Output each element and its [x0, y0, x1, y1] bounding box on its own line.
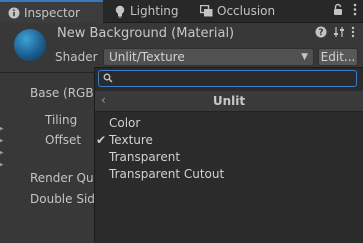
search-input[interactable] — [115, 71, 345, 86]
shader-option-texture[interactable]: ✔ Texture — [96, 132, 153, 148]
shader-option-transparent[interactable]: Transparent — [96, 149, 180, 165]
occlusion-icon — [200, 5, 213, 17]
preset-sliders-icon[interactable] — [333, 26, 345, 38]
shader-dropdown[interactable]: Unlit/Texture ▼ — [103, 48, 314, 66]
foldout-arrow-icon[interactable]: ▸ — [0, 160, 5, 170]
checkmark-icon: ✔ — [96, 133, 107, 147]
shader-option-color[interactable]: Color — [96, 115, 140, 131]
property-render-queue: Render Que — [30, 171, 101, 185]
option-label: Transparent Cutout — [109, 167, 225, 181]
kebab-menu-icon[interactable] — [351, 26, 355, 38]
foldout-arrow-icon[interactable]: ▸ — [0, 148, 5, 158]
property-tiling: Tiling — [45, 113, 78, 127]
shader-value: Unlit/Texture — [109, 50, 185, 64]
tab-inspector[interactable]: Inspector — [0, 0, 103, 23]
material-preview-thumbnail — [14, 29, 46, 61]
material-title: New Background (Material) — [57, 26, 235, 41]
shader-search-field[interactable] — [98, 70, 357, 87]
property-base-rgb: Base (RGB) — [30, 86, 99, 100]
search-icon — [103, 73, 113, 83]
info-icon — [8, 7, 20, 18]
foldout-arrow-icon[interactable]: ▸ — [0, 136, 5, 146]
tab-occlusion[interactable]: Occlusion — [192, 0, 283, 22]
tab-toolbar — [333, 3, 357, 16]
option-label: Texture — [109, 133, 153, 147]
tab-label: Lighting — [130, 4, 179, 18]
kebab-menu-icon[interactable] — [353, 3, 357, 16]
property-offset: Offset — [45, 133, 82, 147]
popup-breadcrumb: ‹ Unlit — [95, 91, 363, 112]
shader-label: Shader — [55, 50, 98, 64]
option-label: Color — [109, 116, 141, 130]
svg-text:?: ? — [318, 28, 323, 38]
tab-label: Occlusion — [217, 4, 276, 18]
breadcrumb-title: Unlit — [212, 94, 246, 108]
tab-label: Inspector — [24, 5, 80, 20]
lock-icon[interactable] — [333, 3, 343, 16]
lightbulb-icon — [115, 5, 125, 17]
tab-lighting[interactable]: Lighting — [106, 0, 187, 22]
header-icons: ? — [315, 26, 355, 38]
property-double-sided: Double Side — [30, 192, 103, 206]
shader-option-transparent-cutout[interactable]: Transparent Cutout — [96, 166, 224, 182]
dropdown-arrow-icon: ▼ — [301, 52, 308, 62]
help-icon[interactable]: ? — [315, 26, 327, 38]
foldout-arrow-icon[interactable]: ▸ — [0, 124, 5, 134]
option-label: Transparent — [109, 150, 181, 164]
edit-shader-button[interactable]: Edit... — [318, 48, 358, 66]
